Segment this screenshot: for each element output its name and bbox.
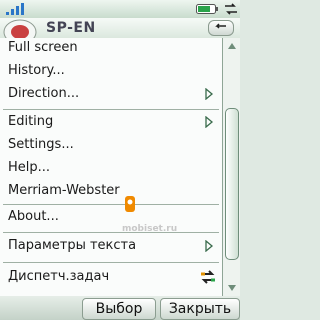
- app-header: SP-EN: [0, 18, 240, 38]
- chevron-right-icon: [205, 88, 214, 100]
- scroll-down-icon[interactable]: [227, 284, 237, 292]
- status-bar: [0, 0, 240, 18]
- menu-separator: [3, 232, 219, 233]
- close-softkey[interactable]: Закрыть: [160, 298, 240, 320]
- menu-item-about[interactable]: About...: [8, 207, 59, 227]
- scrollbar-thumb[interactable]: [225, 108, 239, 260]
- menu-separator: [3, 204, 219, 205]
- back-button[interactable]: [208, 20, 234, 36]
- menu-item-task-manager[interactable]: Диспетч.задач: [8, 267, 109, 287]
- back-icon: [215, 23, 226, 29]
- task-manager-icon: [201, 270, 215, 284]
- watermark-logo-icon: [125, 196, 135, 212]
- connection-icon: [225, 3, 237, 15]
- chevron-right-icon: [205, 240, 214, 252]
- chevron-right-icon: [205, 116, 214, 128]
- menu-separator: [3, 262, 219, 263]
- menu-item-merriam-webster[interactable]: Merriam-Webster: [8, 181, 120, 201]
- menu-separator: [3, 109, 219, 110]
- menu-item-history[interactable]: History...: [8, 61, 65, 81]
- scroll-up-icon[interactable]: [227, 42, 237, 50]
- menu-item-help[interactable]: Help...: [8, 158, 50, 178]
- watermark-text: mobiset.ru: [122, 224, 178, 234]
- menu-item-full-screen[interactable]: Full screen: [8, 38, 78, 58]
- battery-icon: [196, 4, 218, 14]
- menu-item-direction[interactable]: Direction...: [8, 84, 79, 104]
- menu-item-settings[interactable]: Settings...: [8, 135, 74, 155]
- select-softkey[interactable]: Выбор: [82, 298, 156, 320]
- app-logo-icon: [3, 19, 37, 38]
- menu-item-text-parameters[interactable]: Параметры текста: [8, 236, 136, 256]
- scrollbar[interactable]: [223, 38, 240, 296]
- options-menu: Full screen History... Direction... Edit…: [0, 38, 223, 296]
- app-title: SP-EN: [46, 20, 96, 36]
- signal-icon: [6, 3, 24, 15]
- menu-item-editing[interactable]: Editing: [8, 112, 53, 132]
